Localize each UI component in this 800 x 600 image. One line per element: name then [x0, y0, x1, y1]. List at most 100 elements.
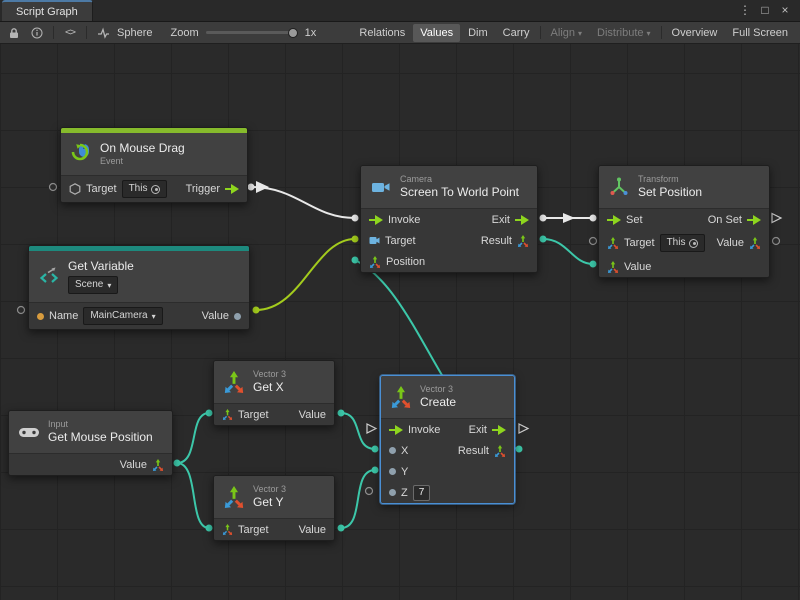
port-position[interactable]: Position: [369, 256, 425, 268]
port-target[interactable]: Target: [369, 235, 416, 247]
port-result[interactable]: Result: [481, 235, 529, 247]
port-pin[interactable]: [590, 261, 597, 268]
port-result[interactable]: Result: [458, 445, 506, 457]
port-pin[interactable]: [590, 215, 597, 222]
port-target[interactable]: Target: [222, 409, 269, 421]
wire-gety-to-y[interactable]: [341, 470, 375, 528]
relations-button[interactable]: Relations: [352, 24, 412, 42]
tab-script-graph[interactable]: Script Graph: [2, 0, 93, 21]
zoom-value: 1x: [305, 27, 317, 39]
port-target[interactable]: Target This: [607, 234, 705, 252]
dim-button[interactable]: Dim: [461, 24, 495, 42]
port-value[interactable]: Value: [202, 310, 241, 322]
port-pin[interactable]: [540, 236, 547, 243]
this-chip[interactable]: This: [122, 180, 168, 198]
port-pin[interactable]: [352, 257, 359, 264]
port-pin[interactable]: [372, 446, 379, 453]
port-trigger[interactable]: Trigger: [186, 183, 239, 195]
node-get-mouse-position[interactable]: Input Get Mouse Position Value: [8, 410, 173, 476]
node-title: Get Y: [253, 495, 286, 510]
flow-pin-empty[interactable]: [519, 424, 528, 433]
node-create-vector3[interactable]: Vector 3 Create Invoke Exit: [380, 375, 515, 504]
port-pin-empty[interactable]: [50, 184, 57, 191]
port-y[interactable]: Y: [389, 466, 408, 478]
port-value[interactable]: Value: [120, 459, 164, 471]
port-invoke[interactable]: Invoke: [369, 214, 420, 226]
port-pin[interactable]: [540, 215, 547, 222]
port-name[interactable]: Name MainCamera ▾: [37, 307, 163, 325]
port-pin[interactable]: [248, 184, 255, 191]
port-value-out[interactable]: Value: [717, 237, 761, 249]
node-set-position[interactable]: Transform Set Position Set On Set: [598, 165, 770, 278]
wire-mouse-to-gety[interactable]: [177, 463, 209, 528]
wire-result-to-value[interactable]: [543, 239, 593, 264]
port-pin-empty[interactable]: [773, 238, 780, 245]
node-header: Transform Set Position: [599, 166, 769, 209]
port-pin-empty[interactable]: [366, 488, 373, 495]
port-exit[interactable]: Exit: [492, 214, 529, 226]
wire-mouse-to-getx[interactable]: [177, 413, 209, 463]
float-type-icon: [389, 468, 396, 475]
port-pin-empty[interactable]: [590, 238, 597, 245]
wire-trigger-to-invoke[interactable]: [251, 187, 355, 218]
node-category: Vector 3: [253, 484, 286, 495]
z-value-input[interactable]: 7: [413, 485, 431, 501]
node-get-variable[interactable]: Get Variable Scene ▾ Name MainCamera ▾: [28, 245, 250, 330]
node-title: Set Position: [638, 185, 702, 200]
node-category: Vector 3: [420, 384, 456, 395]
node-get-x[interactable]: Vector 3 Get X Target Value: [213, 360, 335, 426]
zoom-slider[interactable]: [206, 24, 298, 42]
port-pin[interactable]: [352, 236, 359, 243]
port-x[interactable]: X: [389, 445, 408, 457]
node-screen-to-world-point[interactable]: Camera Screen To World Point Invoke Exit: [360, 165, 538, 273]
vector3-type-icon: [369, 256, 381, 268]
port-pin[interactable]: [206, 525, 213, 532]
vector3-icon: [223, 486, 245, 508]
port-pin[interactable]: [174, 460, 181, 467]
port-set[interactable]: Set: [607, 214, 643, 226]
port-target[interactable]: Target This: [69, 180, 167, 198]
zoom-slider-track[interactable]: [206, 31, 298, 34]
port-pin[interactable]: [338, 525, 345, 532]
port-value[interactable]: Value: [299, 524, 326, 536]
port-pin[interactable]: [206, 410, 213, 417]
lock-icon[interactable]: [5, 24, 23, 42]
port-pin[interactable]: [338, 410, 345, 417]
port-z[interactable]: Z 7: [389, 485, 430, 501]
port-pin-empty[interactable]: [18, 307, 25, 314]
port-pin[interactable]: [516, 446, 523, 453]
info-icon[interactable]: [28, 24, 46, 42]
node-on-mouse-drag[interactable]: On Mouse Drag Event Target This T: [60, 127, 248, 203]
close-icon[interactable]: ×: [776, 1, 794, 19]
graph-owner-label[interactable]: Sphere: [117, 27, 152, 39]
code-preview-icon[interactable]: <>: [61, 24, 79, 42]
node-get-y[interactable]: Vector 3 Get Y Target Value: [213, 475, 335, 541]
port-invoke[interactable]: Invoke: [389, 424, 440, 436]
flow-pin-empty[interactable]: [367, 424, 376, 433]
carry-button[interactable]: Carry: [496, 24, 537, 42]
maximize-icon[interactable]: □: [756, 1, 774, 19]
distribute-button[interactable]: Distribute▾: [590, 24, 657, 42]
port-value[interactable]: Value: [299, 409, 326, 421]
kebab-menu-icon[interactable]: ⋮: [736, 1, 754, 19]
zoom-slider-handle[interactable]: [288, 28, 298, 38]
flow-pin-empty[interactable]: [772, 214, 781, 223]
graph-canvas[interactable]: On Mouse Drag Event Target This T: [0, 44, 800, 600]
port-pin[interactable]: [253, 307, 260, 314]
port-target[interactable]: Target: [222, 524, 269, 536]
port-on-set[interactable]: On Set: [708, 214, 761, 226]
overview-button[interactable]: Overview: [665, 24, 725, 42]
wire-variable-to-target[interactable]: [256, 239, 355, 310]
this-chip[interactable]: This: [660, 234, 706, 252]
align-button[interactable]: Align▾: [544, 24, 589, 42]
vector3-icon: [390, 386, 412, 408]
port-pin[interactable]: [352, 215, 359, 222]
toolbar-separator: [661, 26, 662, 39]
port-value-in[interactable]: Value: [607, 261, 651, 273]
port-pin[interactable]: [372, 467, 379, 474]
variable-scope-dropdown[interactable]: Scene ▾: [68, 276, 118, 294]
variable-name-dropdown[interactable]: MainCamera ▾: [83, 307, 162, 325]
full-screen-button[interactable]: Full Screen: [725, 24, 795, 42]
values-button[interactable]: Values: [413, 24, 460, 42]
port-exit[interactable]: Exit: [469, 424, 506, 436]
